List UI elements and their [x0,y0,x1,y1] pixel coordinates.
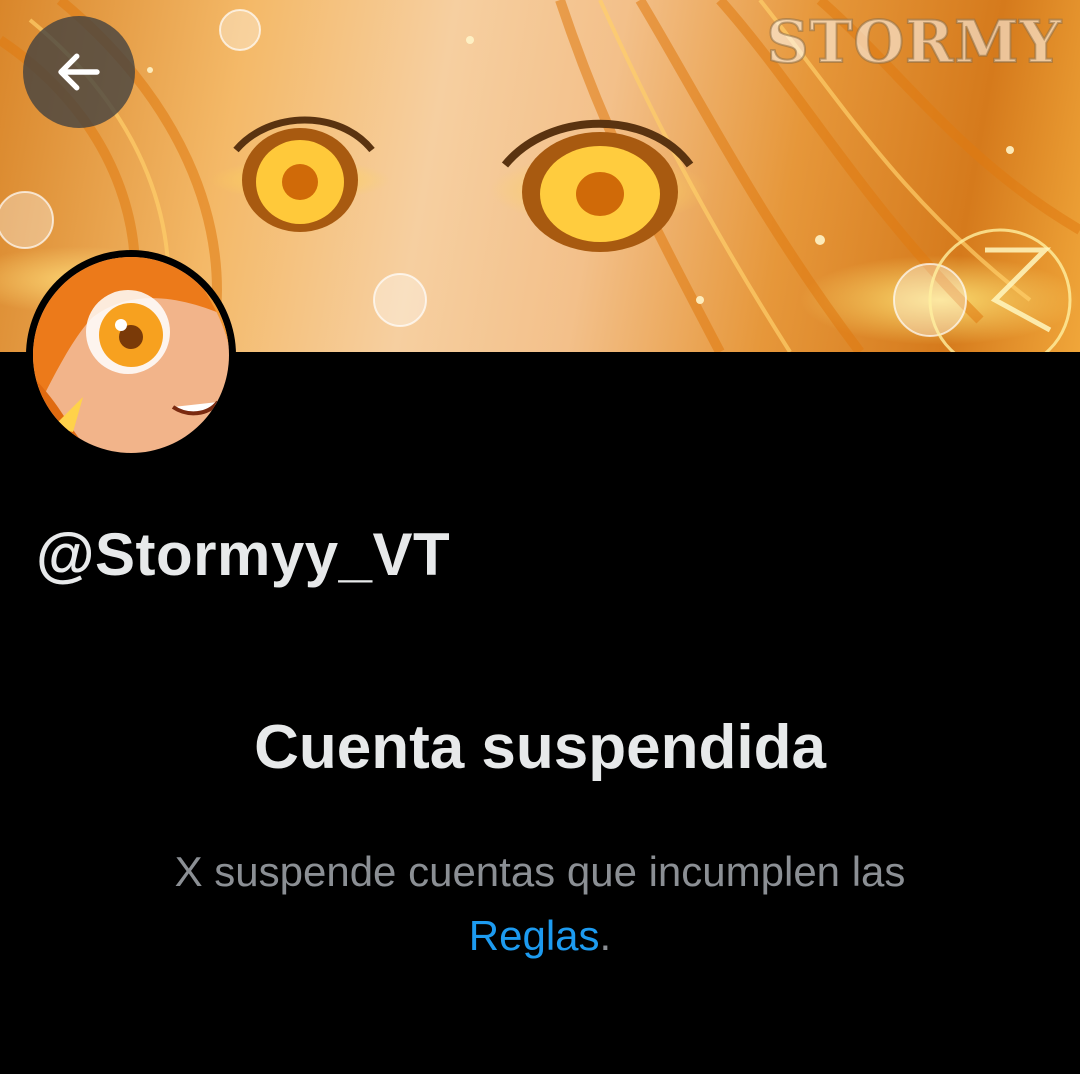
rules-link[interactable]: Reglas [469,912,600,959]
message-period: . [599,912,612,959]
banner-watermark: STORMY [766,7,1062,77]
avatar-image [33,257,229,453]
suspension-message: X suspende cuentas que incumplen las Reg… [90,840,990,968]
suspension-title: Cuenta suspendida [254,713,826,782]
avatar[interactable] [26,250,236,460]
suspension-message-text: X suspende cuentas que incumplen las [174,848,906,895]
profile-handle: @Stormyy_VT [36,521,451,588]
arrow-left-icon [58,53,100,91]
back-button[interactable] [23,16,135,128]
